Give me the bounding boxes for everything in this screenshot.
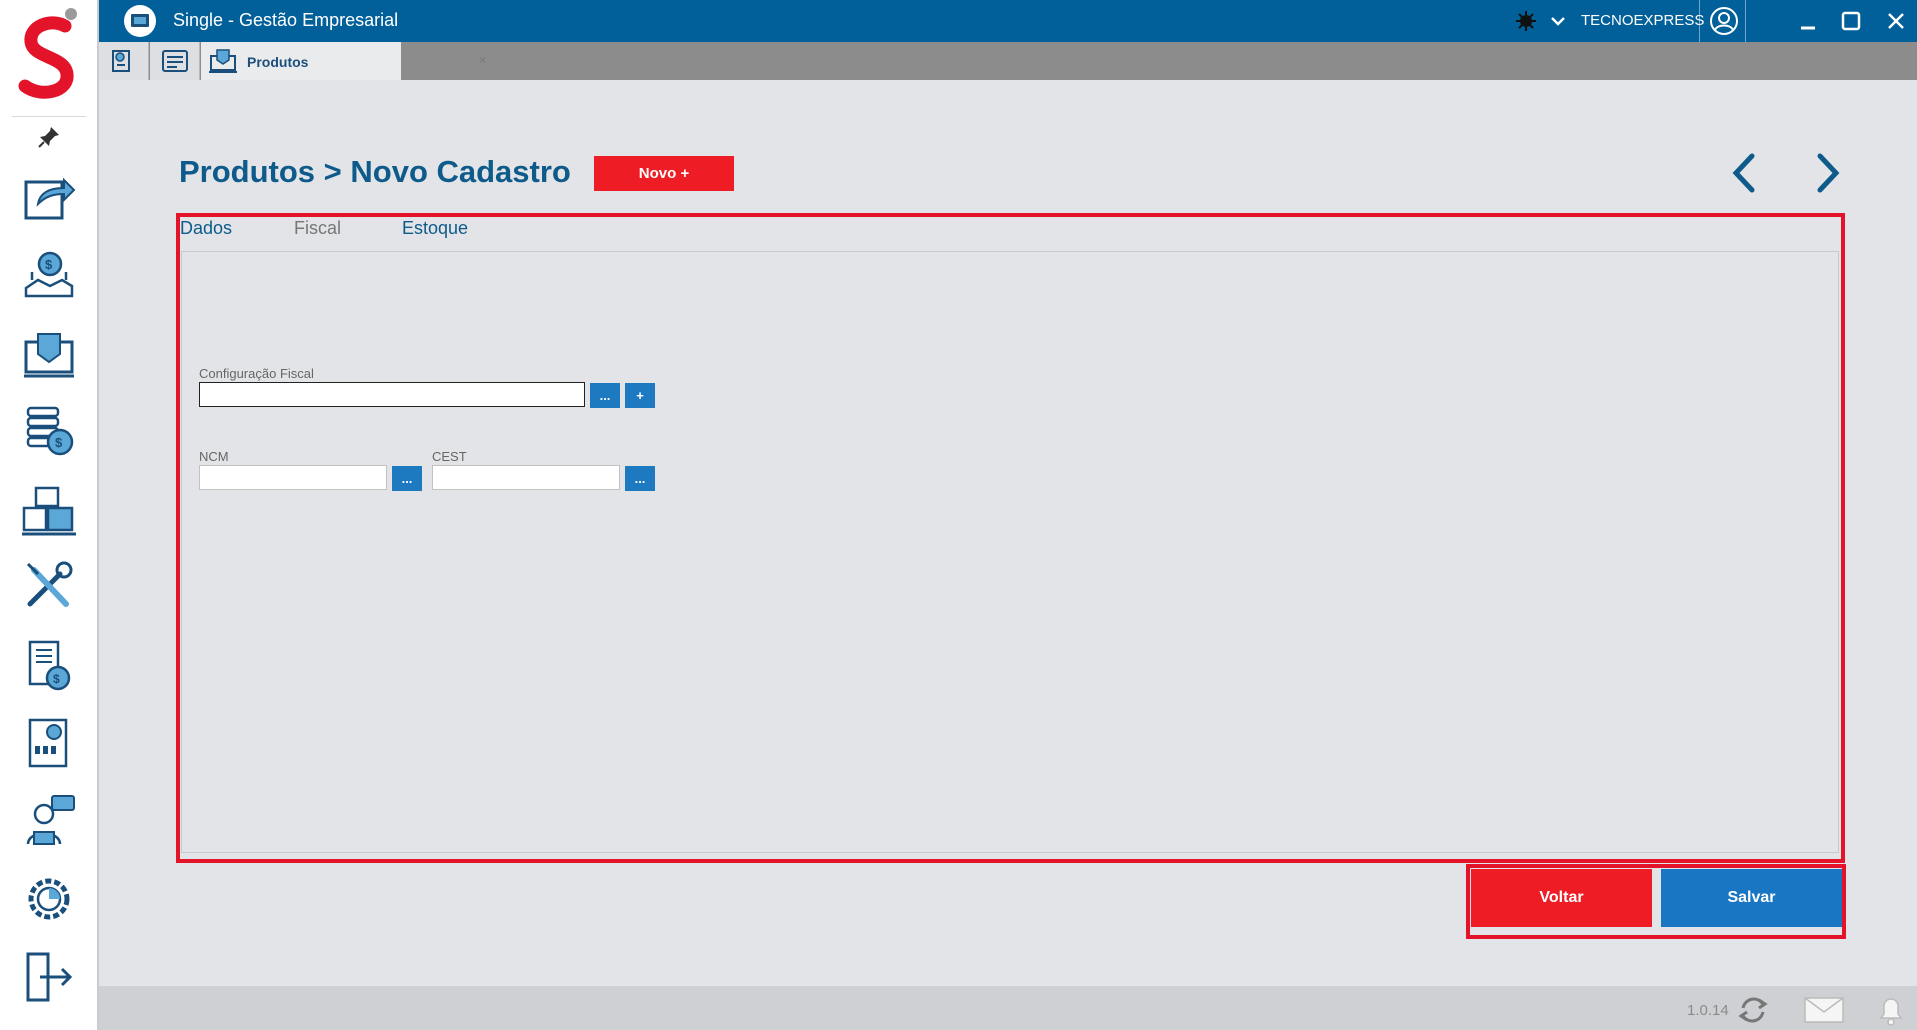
save-button[interactable]: Salvar	[1661, 869, 1842, 927]
tab-close-icon[interactable]: ×	[479, 53, 486, 67]
titlebar-divider	[1699, 0, 1700, 42]
close-icon[interactable]	[1885, 10, 1907, 32]
sidebar-divider	[12, 116, 86, 117]
list-icon	[162, 50, 188, 72]
chevron-left-icon[interactable]	[1724, 150, 1764, 196]
svg-text:$: $	[45, 257, 53, 272]
tools-icon[interactable]	[20, 558, 78, 616]
svg-text:$: $	[53, 672, 60, 686]
back-button[interactable]: Voltar	[1471, 869, 1652, 927]
tab-dashboard[interactable]	[99, 42, 149, 80]
cest-label: CEST	[432, 449, 467, 464]
configuracao-fiscal-add-button[interactable]: +	[625, 383, 655, 408]
mail-icon[interactable]	[1803, 992, 1845, 1028]
chevron-down-icon[interactable]	[1549, 12, 1567, 30]
dashboard-icon	[112, 50, 130, 72]
pin-icon[interactable]	[36, 124, 62, 150]
tab-fiscal[interactable]: Fiscal	[294, 218, 341, 239]
ncm-label: NCM	[199, 449, 229, 464]
app-title: Single - Gestão Empresarial	[173, 10, 399, 30]
cest-lookup-button[interactable]: ...	[625, 466, 655, 491]
minimize-icon[interactable]	[1797, 10, 1819, 32]
tab-produtos[interactable]: Produtos ×	[201, 42, 486, 80]
cest-input[interactable]	[432, 465, 620, 490]
version-label: 1.0.14	[1687, 1002, 1729, 1019]
tab-label: Produtos	[247, 54, 309, 70]
products-icon	[209, 49, 237, 73]
tab-estoque[interactable]: Estoque	[402, 218, 468, 239]
billing-icon[interactable]: $	[20, 402, 78, 460]
svg-text:$: $	[55, 435, 63, 450]
logout-icon[interactable]	[20, 948, 78, 1006]
company-name[interactable]: TECNOEXPRESS	[1581, 12, 1704, 29]
finance-icon[interactable]: $	[20, 246, 78, 304]
titlebar-divider	[1745, 0, 1746, 42]
app-icon	[124, 5, 156, 37]
bell-icon[interactable]	[1873, 992, 1909, 1028]
export-icon[interactable]	[20, 168, 78, 226]
sync-icon[interactable]	[1735, 992, 1771, 1028]
settings-icon[interactable]	[20, 870, 78, 928]
support-icon[interactable]	[20, 792, 78, 850]
configuracao-fiscal-lookup-button[interactable]: ...	[590, 383, 620, 408]
title-bar: Single - Gestão Empresarial TECNOEXPRESS	[99, 0, 1917, 42]
tab-strip: Produtos ×	[99, 42, 1917, 80]
ncm-input[interactable]	[199, 465, 387, 490]
single-logo-icon	[18, 8, 77, 99]
fiscal-form-panel	[181, 251, 1839, 853]
inventory-icon[interactable]	[20, 480, 78, 538]
chevron-right-icon[interactable]	[1808, 150, 1848, 196]
theme-icon[interactable]	[1515, 10, 1537, 32]
page-title: Produtos > Novo Cadastro	[179, 154, 571, 189]
configuracao-fiscal-label: Configuração Fiscal	[199, 366, 314, 381]
invoices-icon[interactable]: $	[20, 636, 78, 694]
tab-dados[interactable]: Dados	[180, 218, 232, 239]
status-bar: 1.0.14	[99, 986, 1917, 1030]
reports-icon[interactable]	[20, 714, 78, 772]
configuracao-fiscal-input[interactable]	[199, 382, 585, 407]
ncm-lookup-button[interactable]: ...	[392, 466, 422, 491]
user-icon[interactable]	[1709, 6, 1739, 36]
tab-list[interactable]	[150, 42, 200, 80]
sales-icon[interactable]	[20, 324, 78, 382]
sidebar: $ $ $	[0, 0, 99, 1030]
new-button[interactable]: Novo +	[594, 156, 734, 191]
maximize-icon[interactable]	[1840, 10, 1862, 32]
